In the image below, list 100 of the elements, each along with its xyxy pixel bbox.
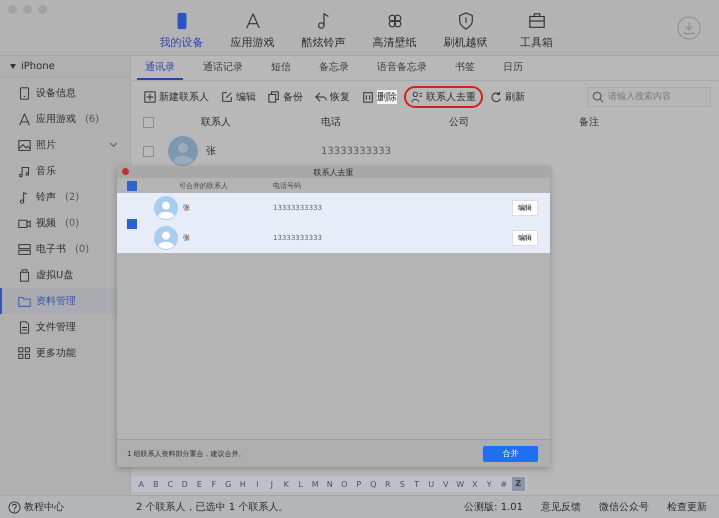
- sidebar-item[interactable]: 更多功能: [0, 340, 130, 366]
- device-header[interactable]: iPhone: [0, 56, 130, 77]
- index-letter[interactable]: N: [324, 480, 336, 488]
- toolbar-button[interactable]: 联系人去重: [404, 86, 483, 108]
- wechat-link[interactable]: 微信公众号: [599, 500, 649, 514]
- avatar-icon: [168, 136, 198, 166]
- sidebar-label: 铃声: [36, 190, 56, 204]
- folder-icon: [18, 294, 31, 308]
- select-all-checkbox[interactable]: [127, 180, 137, 190]
- select-all-checkbox[interactable]: [143, 116, 154, 128]
- sidebar-label: 虚拟U盘: [36, 268, 74, 282]
- trash-icon: [362, 91, 374, 103]
- toolbar-button[interactable]: 删除: [357, 86, 402, 108]
- help-icon: [8, 500, 21, 514]
- undo-icon: [315, 91, 327, 103]
- index-letter[interactable]: Q: [367, 480, 380, 488]
- sidebar-item[interactable]: 设备信息: [0, 80, 130, 106]
- index-letter[interactable]: L: [294, 480, 307, 488]
- index-letter[interactable]: E: [193, 480, 206, 488]
- column-header: 联系人: [201, 116, 231, 129]
- sidebar-item[interactable]: 应用游戏 (6): [0, 106, 130, 132]
- sidebar-item[interactable]: 音乐: [0, 158, 130, 184]
- tab[interactable]: 书签: [447, 56, 483, 80]
- item-count: (6): [85, 114, 100, 124]
- index-letter[interactable]: K: [280, 480, 292, 488]
- tab[interactable]: 语音备忘录: [369, 56, 435, 80]
- sidebar-label: 音乐: [36, 164, 56, 178]
- index-letter[interactable]: O: [338, 480, 350, 488]
- avatar-icon: [154, 196, 178, 220]
- index-letter[interactable]: S: [396, 480, 408, 488]
- plus-box-icon: [144, 91, 156, 103]
- close-button[interactable]: [122, 168, 129, 175]
- photo-icon: [18, 138, 31, 152]
- group-checkbox[interactable]: [127, 218, 137, 228]
- index-letter[interactable]: #: [498, 480, 510, 488]
- index-letter[interactable]: I: [251, 480, 264, 488]
- tab[interactable]: 日历: [495, 56, 531, 80]
- tab[interactable]: 备忘录: [311, 56, 357, 80]
- toolbar-button[interactable]: 编辑: [216, 86, 261, 108]
- index-letter[interactable]: C: [164, 480, 176, 488]
- version-label: 公测版: 1.01: [464, 500, 523, 514]
- toolbar-button[interactable]: 备份: [263, 86, 308, 108]
- index-letter[interactable]: M: [309, 480, 322, 488]
- index-letter[interactable]: Y: [483, 480, 496, 488]
- index-letter[interactable]: F: [208, 480, 220, 488]
- index-letter[interactable]: P: [352, 480, 365, 488]
- file-icon: [18, 320, 31, 334]
- toolbar-button[interactable]: 新建联系人: [139, 86, 214, 108]
- nav-tab[interactable]: 酷炫铃声: [288, 12, 359, 50]
- index-letter[interactable]: W: [454, 480, 466, 488]
- tab[interactable]: 短信: [263, 56, 299, 80]
- update-link[interactable]: 检查更新: [667, 500, 707, 514]
- avatar-icon: [154, 226, 178, 250]
- tab[interactable]: 通讯录: [137, 56, 183, 80]
- sidebar-label: 更多功能: [36, 346, 76, 360]
- index-letter[interactable]: A: [135, 480, 148, 488]
- nav-tab[interactable]: 刷机越狱: [430, 12, 501, 50]
- index-letter[interactable]: B: [150, 480, 162, 488]
- index-letter[interactable]: D: [178, 480, 191, 488]
- sidebar-item[interactable]: 文件管理: [0, 314, 130, 340]
- index-letter[interactable]: H: [236, 480, 249, 488]
- toolbar-button[interactable]: 刷新: [485, 86, 530, 108]
- index-letter[interactable]: G: [222, 480, 234, 488]
- column-header: 电话: [321, 116, 341, 129]
- nav-tab[interactable]: 我的设备: [146, 12, 217, 50]
- sidebar-item[interactable]: 视频 (0): [0, 210, 130, 236]
- sidebar-item[interactable]: 电子书 (0): [0, 236, 130, 262]
- shield-icon: [456, 12, 474, 30]
- download-icon[interactable]: [677, 16, 701, 40]
- drive-icon: [18, 268, 31, 282]
- sidebar-item[interactable]: 照片: [0, 132, 130, 158]
- item-count: (2): [65, 192, 80, 202]
- refresh-icon: [490, 91, 502, 103]
- index-letter[interactable]: U: [425, 480, 438, 488]
- row-checkbox[interactable]: [143, 146, 154, 156]
- index-letter[interactable]: X: [468, 480, 481, 488]
- index-letter[interactable]: J: [266, 480, 278, 488]
- search-field[interactable]: 请输入搜索内容: [587, 87, 711, 107]
- index-letter[interactable]: R: [382, 480, 394, 488]
- help-link[interactable]: 教程中心: [8, 500, 118, 514]
- sidebar-label: 应用游戏: [36, 112, 76, 126]
- nav-tab[interactable]: 工具箱: [501, 12, 572, 50]
- sidebar-label: 资料管理: [36, 294, 76, 308]
- sidebar-label: 照片: [36, 138, 56, 152]
- sidebar-label: 文件管理: [36, 320, 76, 334]
- people-icon: [411, 91, 423, 103]
- tab[interactable]: 通话记录: [195, 56, 251, 80]
- merge-button[interactable]: 合并: [483, 446, 538, 462]
- sidebar-item[interactable]: 铃声 (2): [0, 184, 130, 210]
- index-letter[interactable]: Z: [512, 477, 524, 491]
- index-letter[interactable]: V: [440, 480, 452, 488]
- sidebar-item[interactable]: 虚拟U盘: [0, 262, 130, 288]
- nav-tab[interactable]: 高清壁纸: [359, 12, 430, 50]
- feedback-link[interactable]: 意见反馈: [541, 500, 581, 514]
- sidebar-label: 设备信息: [36, 86, 76, 100]
- index-letter[interactable]: T: [410, 480, 423, 488]
- device-icon: [18, 86, 31, 100]
- nav-tab[interactable]: 应用游戏: [217, 12, 288, 50]
- status-text: 2 个联系人，已选中 1 个联系人。: [136, 500, 288, 514]
- toolbar-button[interactable]: 恢复: [310, 86, 355, 108]
